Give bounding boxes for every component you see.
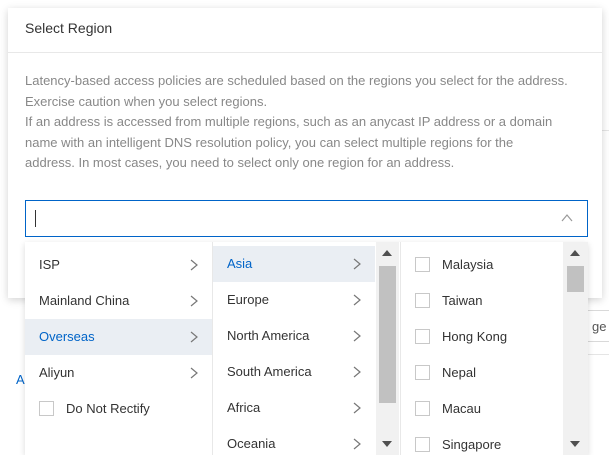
cascader-item-hong-kong[interactable]: Hong Kong [401,319,588,355]
description-line: If an address is accessed from multiple … [25,114,553,129]
cascader-item-label: Do Not Rectify [66,401,150,416]
scrollbar-thumb[interactable] [379,266,396,403]
scrollbar-level2[interactable] [376,242,399,455]
cascader-item-label: Taiwan [442,293,483,308]
cascader-item-label: Aliyun [39,365,75,380]
checkbox[interactable] [415,329,430,345]
cascader-item-asia[interactable]: Asia [213,246,375,282]
cascader-item-label: Macau [442,401,482,416]
cascader-item-macau[interactable]: Macau [401,391,588,427]
description-line: Exercise caution when you select regions… [25,93,268,109]
chevron-right-icon [190,295,198,307]
description-line: address. In most cases, you need to sele… [25,155,455,170]
cascader-column-level1: ISP Mainland China Overseas Aliyun Do No… [25,242,213,455]
cascader-item-malaysia[interactable]: Malaysia [401,247,588,283]
chevron-right-icon [190,259,198,271]
checkbox[interactable] [415,401,430,417]
chevron-right-icon [190,331,198,343]
text-cursor [35,210,36,227]
region-select-input[interactable] [25,200,588,237]
cascader-item-label: South America [227,364,312,379]
cascader-column-level3: Malaysia Taiwan Hong Kong Nepal Macau Si… [400,242,588,455]
cascader-item-oceania[interactable]: Oceania [213,426,375,455]
scrollbar-level3[interactable] [563,242,588,455]
description-line: name with an intelligent DNS resolution … [25,134,514,150]
scroll-down-arrow-icon[interactable] [570,441,580,447]
chevron-right-icon [353,438,361,450]
cascader-item-label: Europe [227,292,269,307]
dialog-divider [8,52,602,53]
checkbox[interactable] [415,293,430,309]
cascader-item-singapore[interactable]: Singapore [401,427,588,455]
cascader-item-isp[interactable]: ISP [25,247,212,283]
cascader-item-label: North America [227,328,310,343]
cascader-item-north-america[interactable]: North America [213,318,375,354]
cascader-item-taiwan[interactable]: Taiwan [401,283,588,319]
chevron-right-icon [190,367,198,379]
chevron-right-icon [353,294,361,306]
checkbox[interactable] [415,257,430,273]
chevron-right-icon [353,258,361,270]
cascader-item-label: Malaysia [442,257,494,272]
cascader-item-mainland-china[interactable]: Mainland China [25,283,212,319]
chevron-right-icon [353,330,361,342]
description-line: Latency-based access policies are schedu… [25,73,568,88]
scroll-up-arrow-icon[interactable] [382,250,392,256]
region-cascader-dropdown: ISP Mainland China Overseas Aliyun Do No… [25,242,588,455]
cascader-item-label: Nepal [442,365,476,380]
chevron-up-icon[interactable] [561,213,573,223]
cascader-item-label: ISP [39,257,60,272]
cascader-item-label: Singapore [442,437,502,452]
cascader-item-label: Africa [227,400,261,415]
scrollbar-thumb[interactable] [567,266,584,292]
cascader-item-label: Mainland China [39,293,130,308]
scroll-up-arrow-icon[interactable] [570,250,580,256]
background-link[interactable]: A [16,372,25,387]
cascader-item-nepal[interactable]: Nepal [401,355,588,391]
chevron-right-icon [353,402,361,414]
cascader-item-aliyun[interactable]: Aliyun [25,355,212,391]
cascader-item-label: Hong Kong [442,329,508,344]
cascader-item-label: Asia [227,256,253,271]
cascader-column-level2: Asia Europe North America South America … [213,242,375,455]
cascader-item-overseas[interactable]: Overseas [25,319,212,355]
checkbox[interactable] [415,437,430,453]
dialog-description: Latency-based access policies are schedu… [25,71,595,174]
cascader-item-do-not-rectify[interactable]: Do Not Rectify [25,391,212,427]
cascader-item-africa[interactable]: Africa [213,390,375,426]
checkbox[interactable] [39,401,54,417]
background-input-text: ge [592,319,607,334]
cascader-item-label: Oceania [227,436,276,451]
scroll-down-arrow-icon[interactable] [382,441,392,447]
cascader-item-europe[interactable]: Europe [213,282,375,318]
cascader-item-label: Overseas [39,329,95,344]
cascader-item-south-america[interactable]: South America [213,354,375,390]
dialog-title: Select Region [25,20,113,36]
checkbox[interactable] [415,365,430,381]
chevron-right-icon [353,366,361,378]
